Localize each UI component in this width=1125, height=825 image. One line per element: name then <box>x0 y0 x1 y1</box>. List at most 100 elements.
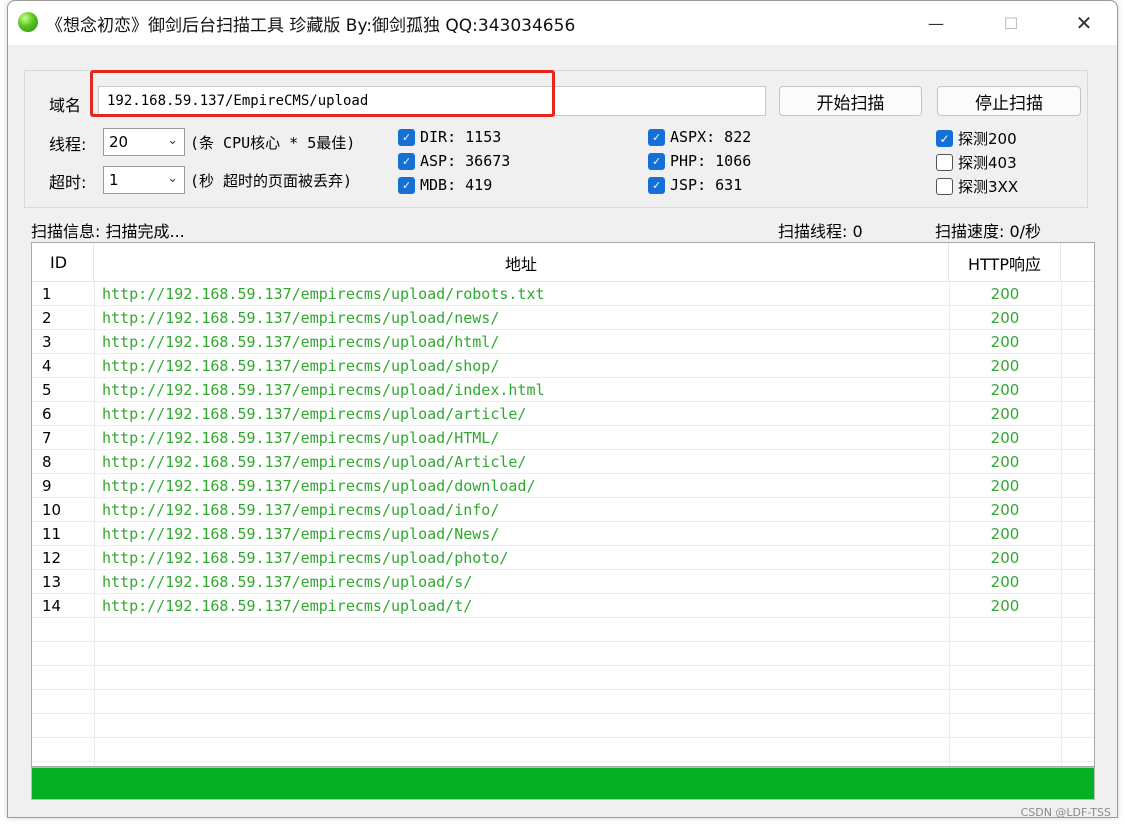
row-id: 4 <box>42 357 52 375</box>
row-url: http://192.168.59.137/empirecms/upload/i… <box>102 381 545 399</box>
table-header: ID 地址 HTTP响应 <box>32 243 1094 282</box>
row-url: http://192.168.59.137/empirecms/upload/i… <box>102 501 500 519</box>
row-url: http://192.168.59.137/empirecms/upload/a… <box>102 405 527 423</box>
scan-speed: 扫描速度: 0/秒 <box>935 222 1042 241</box>
stop-scan-button[interactable]: 停止扫描 <box>937 86 1081 116</box>
row-url: http://192.168.59.137/empirecms/upload/r… <box>102 285 545 303</box>
table-row[interactable]: 7 http://192.168.59.137/empirecms/upload/… <box>32 426 1094 450</box>
row-url: http://192.168.59.137/empirecms/upload/h… <box>102 333 500 351</box>
row-url: http://192.168.59.137/empirecms/upload/p… <box>102 549 509 567</box>
probe-checkbox[interactable]: 探测3XX <box>936 176 1018 197</box>
minimize-button[interactable]: — <box>901 1 971 45</box>
row-http-code: 200 <box>990 357 1020 375</box>
scan-threads: 扫描线程: 0 <box>778 222 863 241</box>
probe-checkbox[interactable]: 探测403 <box>936 152 1017 173</box>
row-http-code: 200 <box>990 597 1020 615</box>
threads-select[interactable]: 20 ⌄ <box>103 128 185 156</box>
row-id: 14 <box>42 597 62 615</box>
row-id: 3 <box>42 333 52 351</box>
dictionary-checkbox[interactable]: ✓ DIR: 1153 <box>398 128 501 146</box>
row-id: 1 <box>42 285 52 303</box>
table-row[interactable]: 11 http://192.168.59.137/empirecms/upload… <box>32 522 1094 546</box>
timeout-value: 1 <box>109 171 119 189</box>
probe-label: 探测403 <box>958 154 1017 172</box>
row-id: 13 <box>42 573 62 591</box>
results-table[interactable]: ID 地址 HTTP响应 1 http://192.168.59.137/empi… <box>31 242 1095 767</box>
empty-checkbox-icon <box>936 154 953 171</box>
dictionary-checkbox[interactable]: ✓ MDB: 419 <box>398 176 492 194</box>
row-url: http://192.168.59.137/empirecms/upload/A… <box>102 453 527 471</box>
app-icon <box>18 12 38 32</box>
header-address[interactable]: 地址 <box>94 243 949 282</box>
checkmark-icon: ✓ <box>936 130 953 147</box>
header-http-response[interactable]: HTTP响应 <box>949 243 1061 282</box>
table-row[interactable]: 8 http://192.168.59.137/empirecms/upload/… <box>32 450 1094 474</box>
checkmark-icon: ✓ <box>398 176 415 194</box>
title-bar[interactable]: 《想念初恋》御剑后台扫描工具 珍藏版 By:御剑孤独 QQ:343034656 … <box>8 1 1117 45</box>
timeout-select[interactable]: 1 ⌄ <box>103 166 185 194</box>
row-http-code: 200 <box>990 381 1020 399</box>
table-row[interactable]: 4 http://192.168.59.137/empirecms/upload/… <box>32 354 1094 378</box>
maximize-button[interactable]: ☐ <box>976 1 1046 45</box>
row-id: 2 <box>42 309 52 327</box>
row-id: 9 <box>42 477 52 495</box>
probe-checkbox[interactable]: ✓ 探测200 <box>936 128 1017 149</box>
table-row[interactable]: 2 http://192.168.59.137/empirecms/upload/… <box>32 306 1094 330</box>
table-row[interactable]: 6 http://192.168.59.137/empirecms/upload/… <box>32 402 1094 426</box>
watermark: CSDN @LDF-TSS <box>1020 806 1111 819</box>
checkmark-icon: ✓ <box>398 128 415 146</box>
row-id: 10 <box>42 501 62 519</box>
probe-label: 探测3XX <box>958 178 1019 196</box>
row-http-code: 200 <box>990 477 1020 495</box>
scan-info: 扫描信息: 扫描完成... <box>31 222 185 241</box>
table-body: 1 http://192.168.59.137/empirecms/upload/… <box>32 282 1094 762</box>
checkmark-icon: ✓ <box>398 152 415 170</box>
threads-value: 20 <box>109 133 129 151</box>
table-row[interactable]: 13 http://192.168.59.137/empirecms/upload… <box>32 570 1094 594</box>
table-row[interactable]: 12 http://192.168.59.137/empirecms/upload… <box>32 546 1094 570</box>
table-row[interactable]: 1 http://192.168.59.137/empirecms/upload/… <box>32 282 1094 306</box>
start-scan-button[interactable]: 开始扫描 <box>779 86 922 116</box>
dictionary-checkbox[interactable]: ✓ JSP: 631 <box>648 176 742 194</box>
threads-label: 线程: <box>49 135 87 154</box>
row-url: http://192.168.59.137/empirecms/upload/t… <box>102 597 473 615</box>
row-http-code: 200 <box>990 525 1020 543</box>
row-http-code: 200 <box>990 429 1020 447</box>
dictionary-label: DIR: 1153 <box>420 128 502 146</box>
dictionary-label: MDB: 419 <box>420 176 493 194</box>
checkmark-icon: ✓ <box>648 152 665 170</box>
table-row[interactable]: 14 http://192.168.59.137/empirecms/upload… <box>32 594 1094 618</box>
chevron-down-icon: ⌄ <box>167 171 178 186</box>
empty-row <box>32 690 1094 714</box>
empty-row <box>32 714 1094 738</box>
dictionary-checkbox[interactable]: ✓ ASPX: 822 <box>648 128 751 146</box>
row-http-code: 200 <box>990 501 1020 519</box>
progress-bar <box>31 767 1095 800</box>
row-id: 5 <box>42 381 52 399</box>
timeout-label: 超时: <box>49 173 87 192</box>
window-title: 《想念初恋》御剑后台扫描工具 珍藏版 By:御剑孤独 QQ:343034656 <box>46 16 576 36</box>
table-row[interactable]: 5 http://192.168.59.137/empirecms/upload/… <box>32 378 1094 402</box>
progress-fill <box>32 768 1094 799</box>
domain-label: 域名 <box>49 96 82 115</box>
dictionary-label: JSP: 631 <box>670 176 743 194</box>
row-id: 7 <box>42 429 52 447</box>
row-http-code: 200 <box>990 405 1020 423</box>
row-id: 11 <box>42 525 62 543</box>
table-row[interactable]: 9 http://192.168.59.137/empirecms/upload/… <box>32 474 1094 498</box>
dictionary-label: ASPX: 822 <box>670 128 752 146</box>
table-row[interactable]: 3 http://192.168.59.137/empirecms/upload/… <box>32 330 1094 354</box>
row-url: http://192.168.59.137/empirecms/upload/d… <box>102 477 536 495</box>
dictionary-checkbox[interactable]: ✓ PHP: 1066 <box>648 152 751 170</box>
probe-label: 探测200 <box>958 130 1017 148</box>
row-url: http://192.168.59.137/empirecms/upload/H… <box>102 429 500 447</box>
checkmark-icon: ✓ <box>648 176 665 194</box>
close-button[interactable]: ✕ <box>1049 1 1119 45</box>
row-id: 6 <box>42 405 52 423</box>
header-id[interactable]: ID <box>32 243 94 282</box>
row-url: http://192.168.59.137/empirecms/upload/N… <box>102 525 500 543</box>
row-id: 12 <box>42 549 62 567</box>
dictionary-checkbox[interactable]: ✓ ASP: 36673 <box>398 152 510 170</box>
row-http-code: 200 <box>990 573 1020 591</box>
table-row[interactable]: 10 http://192.168.59.137/empirecms/upload… <box>32 498 1094 522</box>
